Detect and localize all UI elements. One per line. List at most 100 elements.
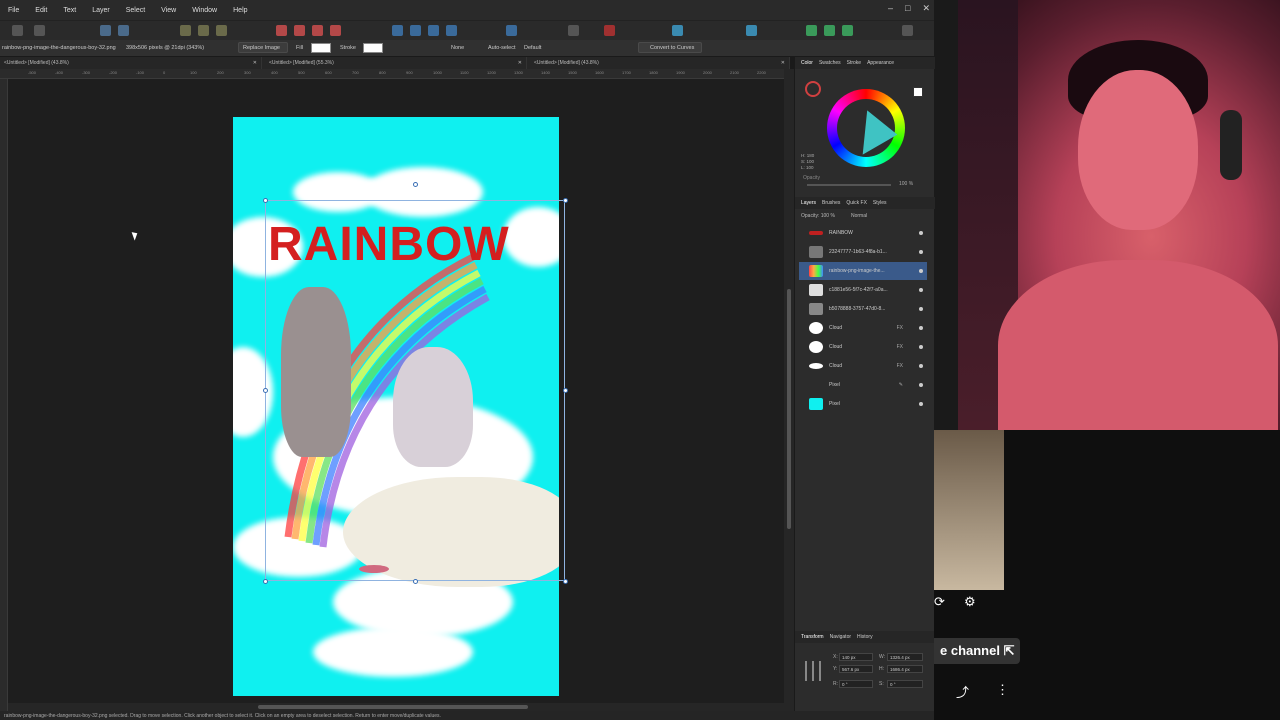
- vertical-scrollbar[interactable]: [784, 69, 794, 711]
- tab-appearance[interactable]: Appearance: [867, 60, 894, 66]
- layer-row[interactable]: Pixel: [799, 395, 927, 413]
- layer-row-selected[interactable]: rainbow-png-image-the...: [799, 262, 927, 280]
- resize-handle[interactable]: [413, 579, 418, 584]
- visibility-icon[interactable]: [919, 383, 923, 387]
- resize-handle[interactable]: [263, 388, 268, 393]
- visibility-icon[interactable]: [919, 326, 923, 330]
- tab-doc-3[interactable]: <Untitled> [Modified] (43.8%) ✕: [530, 57, 790, 69]
- w-field[interactable]: 1326.4 px: [887, 653, 923, 661]
- tab-quick-fx[interactable]: Quick FX: [846, 200, 867, 206]
- visibility-icon[interactable]: [919, 231, 923, 235]
- menu-edit[interactable]: Edit: [27, 7, 55, 14]
- tab-layers[interactable]: Layers: [801, 200, 816, 206]
- resize-handle[interactable]: [563, 198, 568, 203]
- fx-icon[interactable]: FX: [897, 344, 903, 350]
- fx-icon[interactable]: FX: [897, 363, 903, 369]
- menu-help[interactable]: Help: [225, 7, 255, 14]
- stroke-style[interactable]: None: [451, 45, 464, 51]
- color-wheel[interactable]: [827, 89, 905, 167]
- layer-row[interactable]: Cloud FX: [799, 357, 927, 375]
- video-thumbnail[interactable]: [934, 430, 1004, 590]
- resize-handle[interactable]: [263, 579, 268, 584]
- menu-text[interactable]: Text: [55, 7, 84, 14]
- scroll-thumb[interactable]: [787, 289, 791, 529]
- node-icon[interactable]: [604, 25, 615, 36]
- visibility-icon[interactable]: [919, 307, 923, 311]
- fx-icon[interactable]: FX: [897, 325, 903, 331]
- autoselect-label[interactable]: Auto-select: [488, 45, 516, 51]
- boolean-subtract-icon[interactable]: [294, 25, 305, 36]
- layer-row[interactable]: 23247777-1b63-4f8a-b1...: [799, 243, 927, 261]
- visibility-icon[interactable]: [919, 250, 923, 254]
- visibility-icon[interactable]: [919, 402, 923, 406]
- layer-row[interactable]: RAINBOW: [799, 224, 927, 242]
- selection-box[interactable]: [265, 200, 565, 581]
- menu-select[interactable]: Select: [118, 7, 153, 14]
- fill-swatch[interactable]: [311, 43, 331, 53]
- resize-handle[interactable]: [563, 388, 568, 393]
- account-icon[interactable]: [902, 25, 913, 36]
- visibility-icon[interactable]: [919, 364, 923, 368]
- tab-transform[interactable]: Transform: [801, 634, 824, 640]
- assistant-icon[interactable]: [806, 25, 817, 36]
- flip-v-icon[interactable]: [410, 25, 421, 36]
- boolean-intersect-icon[interactable]: [312, 25, 323, 36]
- tab-swatches[interactable]: Swatches: [819, 60, 841, 66]
- resize-handle[interactable]: [563, 579, 568, 584]
- assistant-3-icon[interactable]: [842, 25, 853, 36]
- tab-history[interactable]: History: [857, 634, 873, 640]
- share-icon[interactable]: ⤴: [956, 682, 969, 701]
- blend-mode-select[interactable]: Normal: [851, 213, 867, 219]
- close-icon[interactable]: ✕: [781, 60, 785, 66]
- more-icon[interactable]: ⋮: [996, 682, 1009, 698]
- assistant-2-icon[interactable]: [824, 25, 835, 36]
- h-field[interactable]: 1686.4 px: [887, 665, 923, 673]
- menu-window[interactable]: Window: [184, 7, 225, 14]
- opacity-value[interactable]: 100 %: [899, 181, 913, 187]
- close-icon[interactable]: ✕: [518, 60, 522, 66]
- settings-gear-icon[interactable]: ⚙: [964, 594, 976, 610]
- anchor-selector[interactable]: [805, 661, 825, 681]
- brush-icon[interactable]: ✎: [899, 382, 903, 388]
- rotate-left-icon[interactable]: [428, 25, 439, 36]
- menu-file[interactable]: File: [0, 7, 27, 14]
- layer-row[interactable]: Cloud FX: [799, 319, 927, 337]
- scroll-thumb[interactable]: [258, 705, 528, 709]
- autoselect-value[interactable]: Default: [524, 45, 541, 51]
- fill-color-icon[interactable]: [805, 81, 821, 97]
- close-icon[interactable]: ✕: [253, 60, 257, 66]
- resize-handle[interactable]: [263, 198, 268, 203]
- rotate-right-icon[interactable]: [446, 25, 457, 36]
- tab-stroke[interactable]: Stroke: [847, 60, 861, 66]
- tab-brushes[interactable]: Brushes: [822, 200, 840, 206]
- tab-navigator[interactable]: Navigator: [830, 634, 851, 640]
- minimize-button[interactable]: –: [888, 3, 893, 14]
- flip-h-icon[interactable]: [392, 25, 403, 36]
- insert-icon[interactable]: [672, 25, 683, 36]
- maximize-button[interactable]: □: [905, 3, 910, 14]
- menu-layer[interactable]: Layer: [84, 7, 118, 14]
- layer-row[interactable]: c1881e56-5f7c-42f7-a0a...: [799, 281, 927, 299]
- arrange-3-icon[interactable]: [216, 25, 227, 36]
- tab-doc-2[interactable]: <Untitled> [Modified] (55.3%) ✕: [265, 57, 527, 69]
- y-field[interactable]: 567.6 px: [839, 665, 873, 673]
- settings-icon[interactable]: [100, 25, 111, 36]
- color-triangle[interactable]: [844, 103, 898, 155]
- boolean-divide-icon[interactable]: [330, 25, 341, 36]
- visibility-icon[interactable]: [919, 345, 923, 349]
- rotate-handle[interactable]: [413, 182, 418, 187]
- stroke-swatch[interactable]: [363, 43, 383, 53]
- layer-opacity[interactable]: Opacity: 100 %: [801, 213, 835, 219]
- order-icon[interactable]: [506, 25, 517, 36]
- menu-view[interactable]: View: [153, 7, 184, 14]
- opacity-slider[interactable]: [807, 184, 891, 186]
- persona-icon[interactable]: [12, 25, 23, 36]
- rotation-field[interactable]: 0 °: [839, 680, 873, 688]
- x-field[interactable]: 140 px: [839, 653, 873, 661]
- snapping-icon[interactable]: [118, 25, 129, 36]
- tab-doc-1[interactable]: <Untitled> [Modified] (43.8%) ✕: [0, 57, 262, 69]
- visibility-icon[interactable]: [919, 269, 923, 273]
- doc-info[interactable]: 398x506 pixels @ 21dpi (343%): [126, 45, 204, 51]
- layer-row[interactable]: b5078888-3757-47d0-8...: [799, 300, 927, 318]
- layer-row[interactable]: Cloud FX: [799, 338, 927, 356]
